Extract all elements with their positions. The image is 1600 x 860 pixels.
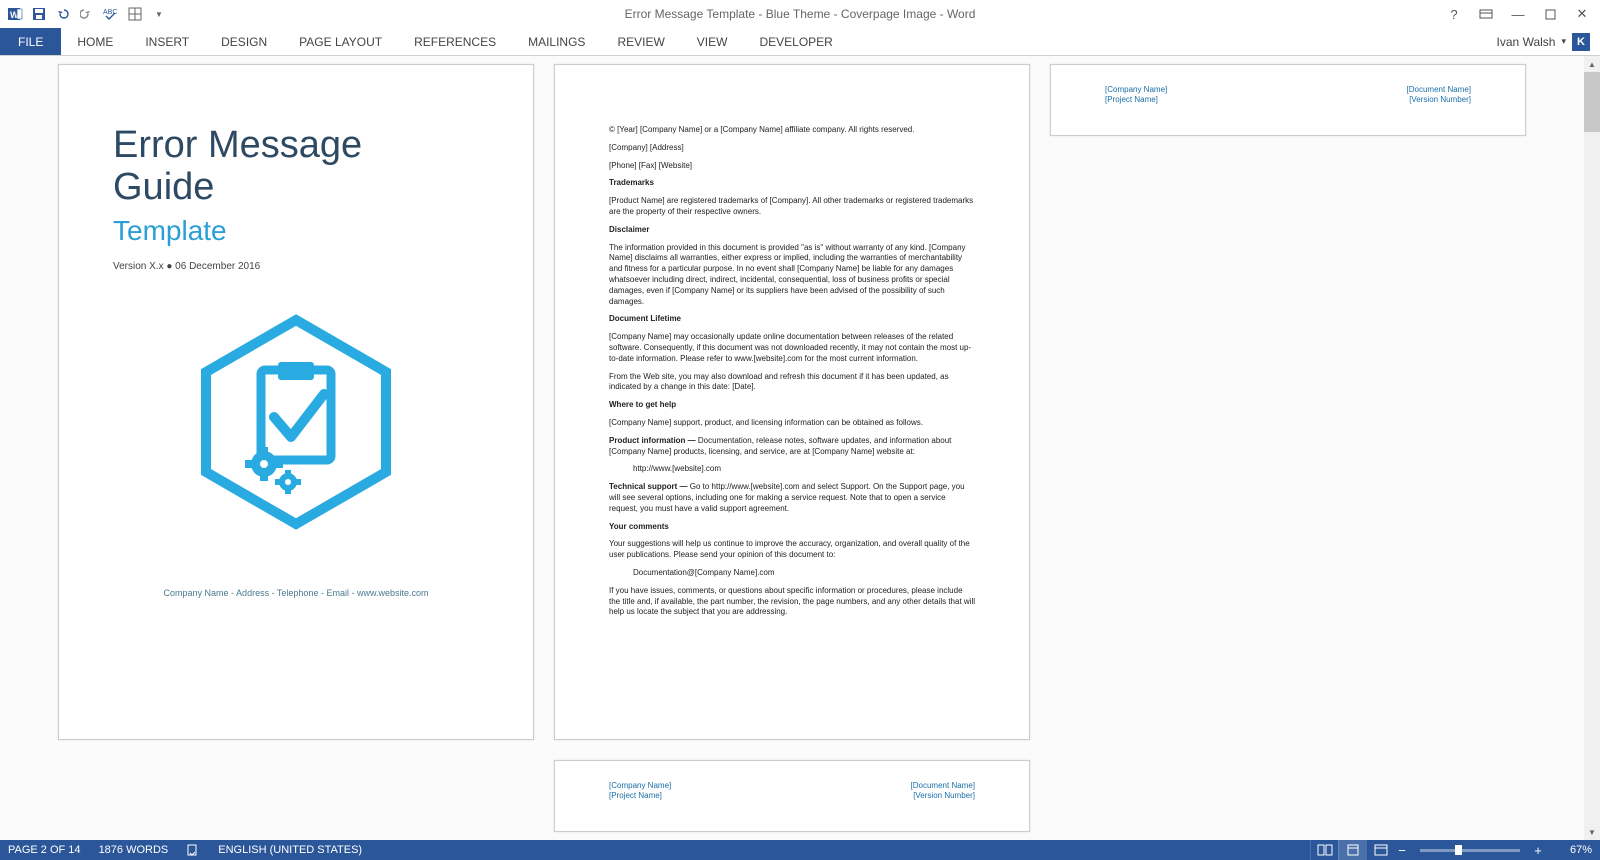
document-canvas[interactable]: Error Message Guide Template Version X.x… [0,56,1584,840]
view-print-icon[interactable] [1338,840,1366,860]
quick-access-toolbar: W ABC ▼ [4,3,170,25]
legal-help-heading: Where to get help [609,400,975,411]
spellcheck-icon[interactable]: ABC [100,3,122,25]
tab-view[interactable]: VIEW [681,28,744,55]
qat-dropdown-icon[interactable]: ▼ [148,3,170,25]
legal-comments-2: If you have issues, comments, or questio… [609,586,975,618]
tab-references[interactable]: REFERENCES [398,28,512,55]
page-header-fields: [Company Name][Project Name] [Document N… [609,781,975,802]
hdr-company: [Company Name] [1105,85,1167,95]
hdr-doc: [Document Name] [911,781,975,791]
zoom-percent[interactable]: 67% [1552,844,1592,856]
hdr-doc: [Document Name] [1407,85,1471,95]
close-icon[interactable]: ✕ [1568,3,1596,25]
view-web-icon[interactable] [1366,840,1394,860]
tab-file[interactable]: FILE [0,28,61,55]
legal-comments-email: Documentation@[Company Name].com [633,568,975,579]
legal-help-body: [Company Name] support, product, and lic… [609,418,975,429]
cover-version: Version X.x ● 06 December 2016 [113,261,479,272]
help-icon[interactable]: ? [1440,3,1468,25]
tab-insert[interactable]: INSERT [129,28,205,55]
minimize-icon[interactable]: — [1504,3,1532,25]
svg-text:ABC: ABC [103,9,117,16]
status-language[interactable]: ENGLISH (UNITED STATES) [218,844,362,856]
scroll-thumb[interactable] [1584,72,1600,132]
page-4-top[interactable]: [Company Name][Project Name] [Document N… [554,760,1030,832]
ribbon-display-icon[interactable] [1472,3,1500,25]
window-controls: ? — ✕ [1440,3,1596,25]
user-account[interactable]: Ivan Walsh ▾ K [1497,28,1600,55]
scroll-up-icon[interactable]: ▲ [1584,56,1600,72]
legal-disclaimer-heading: Disclaimer [609,225,975,236]
status-words[interactable]: 1876 WORDS [99,844,169,856]
status-proofing-icon[interactable] [186,843,200,857]
hdr-company: [Company Name] [609,781,671,791]
vertical-scrollbar[interactable]: ▲ ▼ [1584,56,1600,840]
legal-trademarks-body: [Product Name] are registered trademarks… [609,196,975,218]
zoom-thumb[interactable] [1455,845,1462,855]
legal-phone: [Phone] [Fax] [Website] [609,161,975,172]
window-title: Error Message Template - Blue Theme - Co… [625,7,976,21]
undo-icon[interactable] [52,3,74,25]
legal-lifetime-heading: Document Lifetime [609,314,975,325]
table-icon[interactable] [124,3,146,25]
hdr-project: [Project Name] [1105,95,1167,105]
legal-address: [Company] [Address] [609,143,975,154]
status-page[interactable]: PAGE 2 OF 14 [8,844,81,856]
cover-subtitle: Template [113,215,479,247]
legal-tech: Technical support — Go to http://www.[we… [609,482,975,514]
page-1-cover[interactable]: Error Message Guide Template Version X.x… [58,64,534,740]
tab-page-layout[interactable]: PAGE LAYOUT [283,28,398,55]
legal-comments-heading: Your comments [609,522,975,533]
view-read-icon[interactable] [1310,840,1338,860]
cover-hexagon-icon [113,312,479,532]
tab-developer[interactable]: DEVELOPER [743,28,848,55]
page-2-legal[interactable]: © [Year] [Company Name] or a [Company Na… [554,64,1030,740]
zoom-slider[interactable] [1420,849,1520,852]
maximize-icon[interactable] [1536,3,1564,25]
word-icon[interactable]: W [4,3,26,25]
legal-prodinfo-url: http://www.[website].com [633,464,975,475]
legal-trademarks-heading: Trademarks [609,178,975,189]
legal-copyright: © [Year] [Company Name] or a [Company Na… [609,125,975,136]
legal-disclaimer-body: The information provided in this documen… [609,243,975,308]
statusbar: PAGE 2 OF 14 1876 WORDS ENGLISH (UNITED … [0,840,1600,860]
legal-lifetime-2: From the Web site, you may also download… [609,372,975,394]
user-dropdown-icon: ▾ [1561,36,1566,47]
page-header-fields: [Company Name][Project Name] [Document N… [1105,85,1471,106]
scroll-down-icon[interactable]: ▼ [1584,824,1600,840]
tab-review[interactable]: REVIEW [601,28,680,55]
zoom-in-icon[interactable]: + [1530,843,1546,858]
hdr-ver: [Version Number] [1407,95,1471,105]
redo-icon[interactable] [76,3,98,25]
save-icon[interactable] [28,3,50,25]
hdr-ver: [Version Number] [911,791,975,801]
scroll-track[interactable] [1584,72,1600,824]
cover-title-line1: Error Message [113,125,479,167]
cover-title-line2: Guide [113,167,479,209]
cover-footer: Company Name - Address - Telephone - Ema… [113,588,479,598]
hdr-project: [Project Name] [609,791,671,801]
tab-design[interactable]: DESIGN [205,28,283,55]
tab-home[interactable]: HOME [61,28,129,55]
page-3-top[interactable]: [Company Name][Project Name] [Document N… [1050,64,1526,136]
tab-mailings[interactable]: MAILINGS [512,28,601,55]
legal-prodinfo: Product information — Documentation, rel… [609,436,975,458]
ribbon-tabs: FILE HOME INSERT DESIGN PAGE LAYOUT REFE… [0,28,1600,56]
user-name: Ivan Walsh [1497,35,1556,49]
zoom-out-icon[interactable]: − [1394,843,1410,858]
legal-comments-1: Your suggestions will help us continue t… [609,539,975,561]
user-badge: K [1572,33,1590,51]
legal-lifetime-1: [Company Name] may occasionally update o… [609,332,975,364]
titlebar: W ABC ▼ Error Message Template - Blue Th… [0,0,1600,28]
